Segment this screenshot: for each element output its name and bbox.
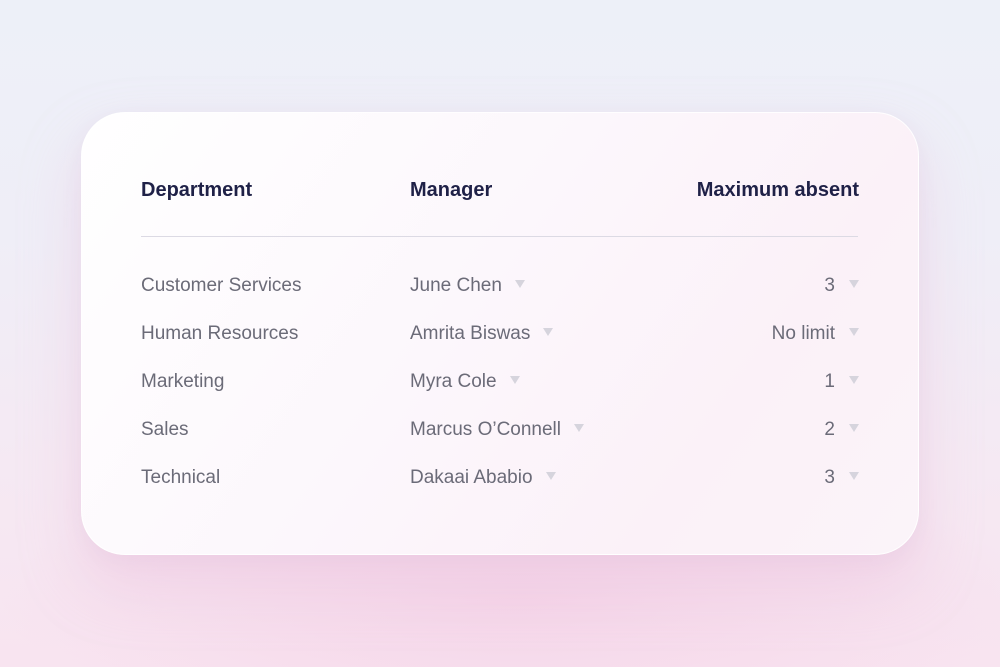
manager-value: Myra Cole bbox=[410, 371, 497, 392]
department-name: Sales bbox=[141, 419, 189, 440]
table-row: Marketing Myra Cole 1 bbox=[141, 367, 859, 397]
max-absent-value: 2 bbox=[824, 419, 835, 440]
column-header-maximum-absent: Maximum absent bbox=[696, 179, 859, 201]
manager-value: Amrita Biswas bbox=[410, 323, 531, 344]
max-absent-value: 1 bbox=[824, 371, 835, 392]
table-row: Technical Dakaai Ababio 3 bbox=[141, 463, 859, 493]
chevron-down-icon bbox=[509, 375, 520, 384]
manager-dropdown[interactable]: Dakaai Ababio bbox=[410, 463, 556, 493]
max-absent-dropdown[interactable]: 3 bbox=[824, 271, 859, 301]
chevron-down-icon bbox=[545, 471, 556, 480]
table-row: Sales Marcus O’Connell 2 bbox=[141, 415, 859, 445]
chevron-down-icon bbox=[849, 423, 859, 432]
manager-value: June Chen bbox=[410, 275, 502, 296]
max-absent-value: 3 bbox=[824, 275, 835, 296]
max-absent-value: 3 bbox=[824, 467, 835, 488]
header-divider bbox=[141, 236, 858, 237]
max-absent-dropdown[interactable]: No limit bbox=[772, 319, 859, 349]
chevron-down-icon bbox=[543, 327, 554, 336]
chevron-down-icon bbox=[849, 327, 859, 336]
column-header-manager: Manager bbox=[410, 179, 493, 201]
department-name: Marketing bbox=[141, 371, 225, 392]
max-absent-value: No limit bbox=[771, 323, 835, 344]
chevron-down-icon bbox=[849, 279, 859, 288]
chevron-down-icon bbox=[574, 423, 584, 432]
chevron-down-icon bbox=[849, 471, 859, 480]
manager-value: Marcus O’Connell bbox=[410, 419, 561, 440]
max-absent-dropdown[interactable]: 3 bbox=[824, 463, 859, 493]
chevron-down-icon bbox=[849, 375, 859, 384]
chevron-down-icon bbox=[514, 279, 525, 288]
manager-value: Dakaai Ababio bbox=[410, 467, 533, 488]
table-row: Human Resources Amrita Biswas No limit bbox=[141, 319, 859, 349]
department-name: Technical bbox=[141, 467, 221, 488]
manager-dropdown[interactable]: Marcus O’Connell bbox=[410, 415, 584, 445]
table-row: Customer Services June Chen 3 bbox=[141, 271, 859, 301]
column-header-department: Department bbox=[141, 179, 253, 201]
department-name: Customer Services bbox=[141, 275, 302, 296]
max-absent-dropdown[interactable]: 1 bbox=[824, 367, 859, 397]
max-absent-dropdown[interactable]: 2 bbox=[824, 415, 859, 445]
department-name: Human Resources bbox=[141, 323, 299, 344]
manager-dropdown[interactable]: June Chen bbox=[410, 271, 525, 301]
manager-dropdown[interactable]: Amrita Biswas bbox=[410, 319, 554, 349]
manager-dropdown[interactable]: Myra Cole bbox=[410, 367, 520, 397]
